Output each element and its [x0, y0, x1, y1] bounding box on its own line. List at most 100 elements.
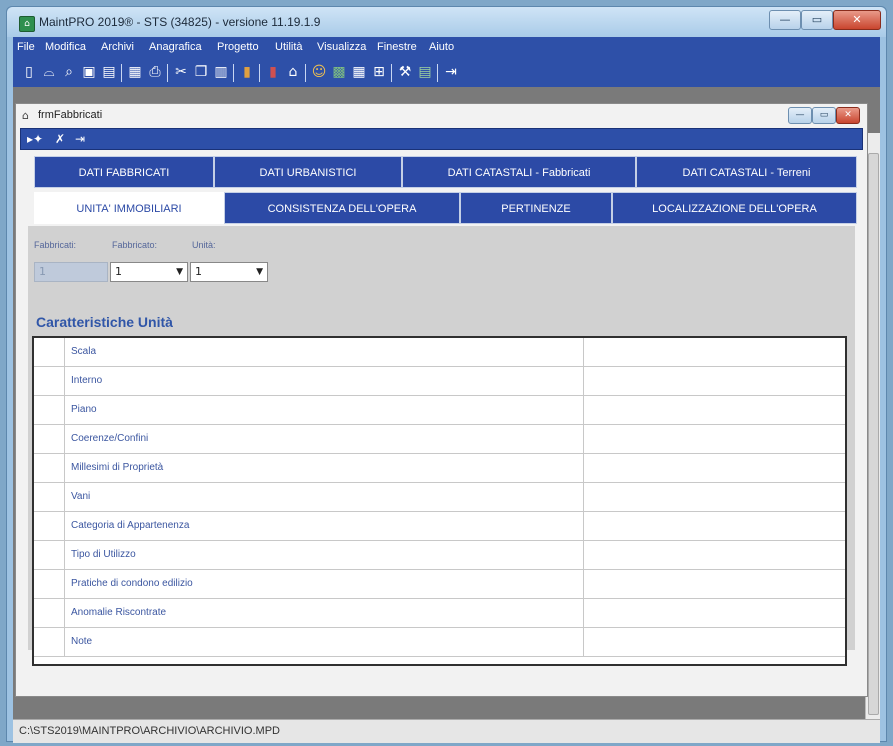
menu-anagrafica[interactable]: Anagrafica — [149, 41, 202, 53]
tab-dati-catastali-fabbricati[interactable]: DATI CATASTALI - Fabbricati — [402, 156, 636, 188]
row-label: Anomalie Riscontrate — [65, 599, 584, 627]
row-header[interactable] — [34, 454, 65, 482]
save-all-icon[interactable]: ▤ — [101, 64, 117, 81]
tab-pertinenze[interactable]: PERTINENZE — [460, 192, 612, 224]
paste-icon[interactable]: ▥ — [213, 64, 229, 81]
save-icon[interactable]: ▣ — [81, 64, 97, 81]
row-value-cell[interactable] — [585, 570, 845, 598]
row-header[interactable] — [34, 483, 65, 511]
close-button[interactable]: ✕ — [833, 10, 881, 30]
unita-select[interactable]: 1 ▼ — [190, 262, 268, 282]
menu-finestre[interactable]: Finestre — [377, 41, 417, 53]
tab-dati-fabbricati[interactable]: DATI FABBRICATI — [34, 156, 214, 188]
maximize-button[interactable]: ▭ — [801, 10, 833, 30]
row-value-cell[interactable] — [585, 512, 845, 540]
users-icon[interactable]: ☺ — [311, 64, 327, 81]
row-value-cell[interactable] — [585, 367, 845, 395]
chart-icon[interactable]: ⊞ — [371, 64, 387, 81]
table-row[interactable]: Piano — [34, 396, 845, 425]
tools-icon[interactable]: ⚒ — [397, 64, 413, 81]
print-icon[interactable]: ⎙ — [147, 64, 163, 81]
print-setup-icon[interactable]: ▦ — [127, 64, 143, 81]
menu-visualizza[interactable]: Visualizza — [317, 41, 366, 53]
fabbricato-select[interactable]: 1 ▼ — [110, 262, 188, 282]
exit-icon[interactable]: ⇥ — [443, 64, 459, 81]
restore-icon: ▭ — [819, 110, 829, 120]
menu-modifica[interactable]: Modifica — [45, 41, 86, 53]
menu-progetto[interactable]: Progetto — [217, 41, 259, 53]
tab-dati-catastali-terreni[interactable]: DATI CATASTALI - Terreni — [636, 156, 857, 188]
menu-aiuto[interactable]: Aiuto — [429, 41, 454, 53]
row-header[interactable] — [34, 541, 65, 569]
new-icon[interactable]: ▯ — [21, 64, 37, 81]
table-row[interactable]: Vani — [34, 483, 845, 512]
toolbar-separator — [437, 64, 438, 82]
row-value-cell[interactable] — [585, 541, 845, 569]
fabbricato-value: 1 — [115, 265, 122, 278]
row-label: Interno — [65, 367, 584, 395]
row-value-cell[interactable] — [585, 425, 845, 453]
search-icon[interactable]: ⌕ — [61, 64, 77, 81]
child-title: frmFabbricati — [38, 109, 103, 121]
row-header[interactable] — [34, 338, 65, 366]
row-header[interactable] — [34, 367, 65, 395]
toolbar-separator — [305, 64, 306, 82]
table-row[interactable]: Scala — [34, 338, 845, 367]
unita-label: Unità: — [192, 240, 216, 250]
row-value-cell[interactable] — [585, 338, 845, 366]
home-icon[interactable]: ⌂ — [285, 64, 301, 81]
cut-icon[interactable]: ✂ — [173, 64, 189, 81]
open-icon[interactable]: ⌓ — [41, 64, 57, 81]
toolbar-separator — [167, 64, 168, 82]
table-row[interactable]: Coerenze/Confini — [34, 425, 845, 454]
section-title: Caratteristiche Unità — [36, 314, 173, 330]
archive-icon[interactable]: ▮ — [265, 64, 281, 81]
cancel-icon[interactable]: ✗ — [55, 131, 65, 147]
tab-unita-immobiliari[interactable]: UNITA' IMMOBILIARI — [34, 192, 224, 224]
next-record-icon[interactable]: ▸✦ — [27, 131, 43, 147]
copy-icon[interactable]: ❐ — [193, 64, 209, 81]
grid-icon[interactable]: ▦ — [351, 64, 367, 81]
table-row[interactable]: Categoria di Appartenenza — [34, 512, 845, 541]
table-row[interactable]: Tipo di Utilizzo — [34, 541, 845, 570]
row-header[interactable] — [34, 396, 65, 424]
row-header[interactable] — [34, 425, 65, 453]
row-value-cell[interactable] — [585, 628, 845, 656]
unita-value: 1 — [195, 265, 202, 278]
status-bar: C:\STS2019\MAINTPRO\ARCHIVIO\ARCHIVIO.MP… — [13, 719, 880, 743]
table-row[interactable]: Millesimi di Proprietà — [34, 454, 845, 483]
minimize-icon: — — [795, 110, 805, 120]
row-header[interactable] — [34, 599, 65, 627]
child-restore-button[interactable]: ▭ — [812, 107, 836, 124]
image-icon[interactable]: ▩ — [331, 64, 347, 81]
row-value-cell[interactable] — [585, 454, 845, 482]
row-header[interactable] — [34, 570, 65, 598]
child-title-bar[interactable]: ⌂ frmFabbricati — ▭ ✕ — [16, 104, 867, 128]
menu-utilita[interactable]: Utilità — [275, 41, 303, 53]
table-row[interactable]: Note — [34, 628, 845, 657]
table-row[interactable]: Interno — [34, 367, 845, 396]
row-value-cell[interactable] — [585, 396, 845, 424]
tab-dati-urbanistici[interactable]: DATI URBANISTICI — [214, 156, 402, 188]
child-minimize-button[interactable]: — — [788, 107, 812, 124]
row-value-cell[interactable] — [585, 599, 845, 627]
row-header[interactable] — [34, 628, 65, 656]
scrollbar-thumb[interactable] — [868, 153, 879, 715]
row-header[interactable] — [34, 512, 65, 540]
minimize-button[interactable]: — — [769, 10, 801, 30]
menu-archivi[interactable]: Archivi — [101, 41, 134, 53]
tab-consistenza-opera[interactable]: CONSISTENZA DELL'OPERA — [224, 192, 460, 224]
table-row[interactable]: Anomalie Riscontrate — [34, 599, 845, 628]
library-icon[interactable]: ▮ — [239, 64, 255, 81]
child-close-button[interactable]: ✕ — [836, 107, 860, 124]
calc-icon[interactable]: ▤ — [417, 64, 433, 81]
menu-file[interactable]: File — [17, 41, 35, 53]
tab-localizzazione-opera[interactable]: LOCALIZZAZIONE DELL'OPERA — [612, 192, 857, 224]
table-row[interactable]: Pratiche di condono edilizio — [34, 570, 845, 599]
title-bar[interactable]: ⌂ MaintPRO 2019® - STS (34825) - version… — [7, 7, 886, 37]
row-label: Millesimi di Proprietà — [65, 454, 584, 482]
form-icon: ⌂ — [22, 109, 29, 122]
fabbricati-value: 1 — [39, 265, 46, 278]
row-value-cell[interactable] — [585, 483, 845, 511]
exit-icon[interactable]: ⇥ — [75, 131, 85, 147]
